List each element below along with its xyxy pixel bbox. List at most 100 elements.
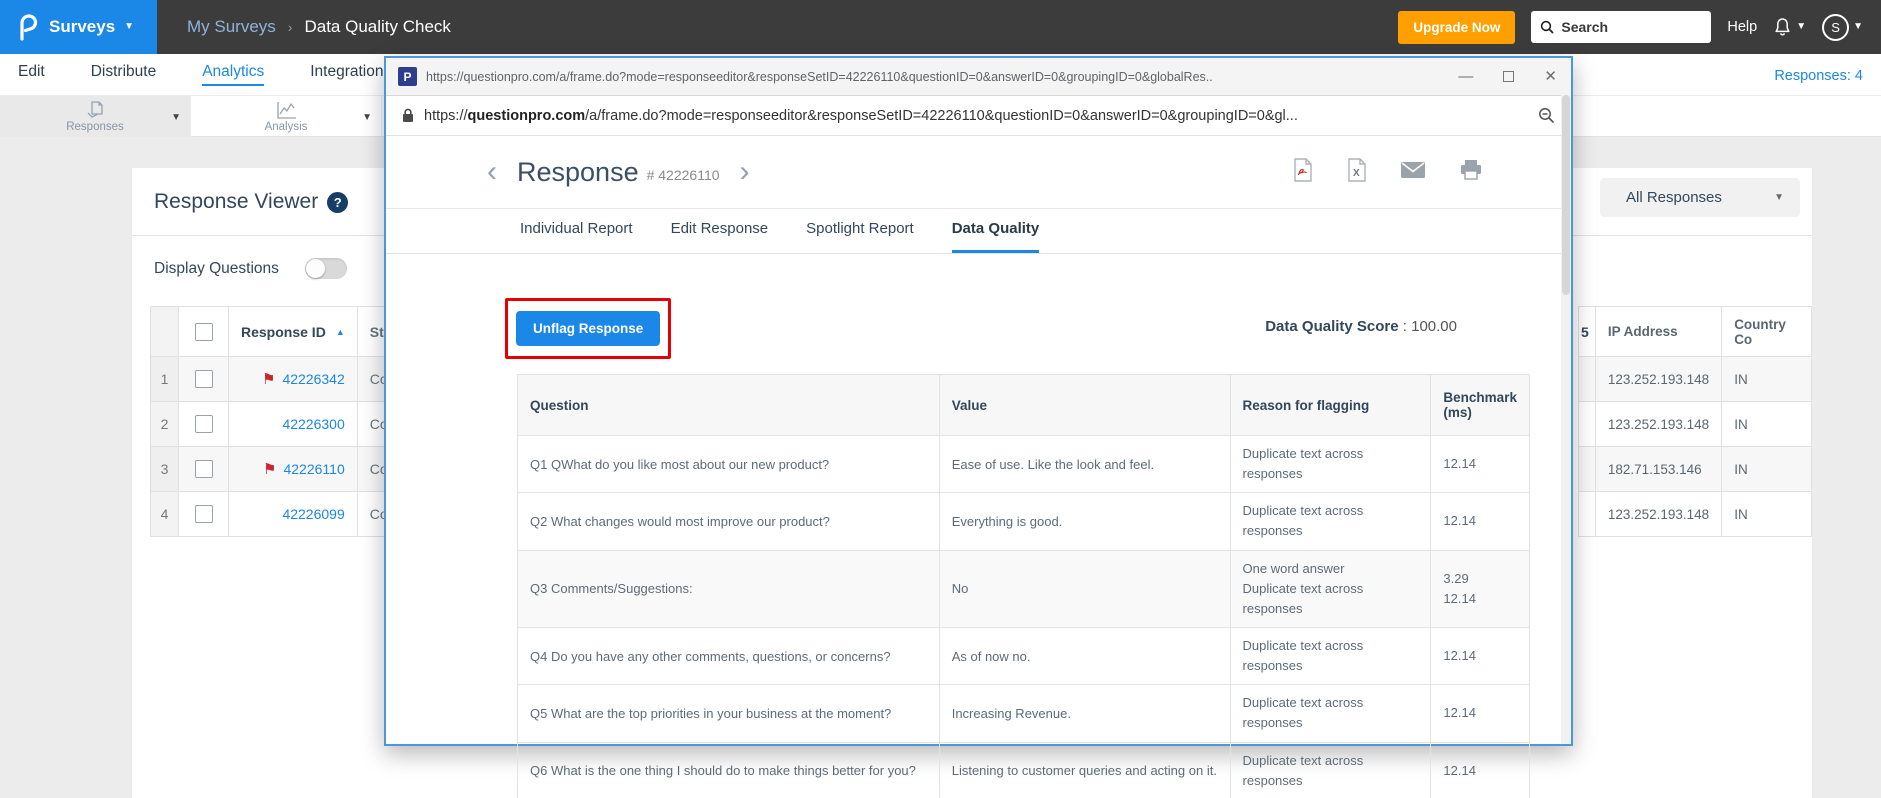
search-input[interactable] — [1561, 19, 1692, 35]
export-actions: X — [1292, 158, 1483, 182]
row-checkbox[interactable] — [194, 370, 213, 389]
close-icon[interactable]: ✕ — [1544, 69, 1557, 84]
tab-spotlight-report[interactable]: Spotlight Report — [806, 220, 914, 253]
svg-text:X: X — [1353, 168, 1360, 179]
reason-line: Duplicate text across responses — [1242, 752, 1364, 788]
pdf-export-icon[interactable] — [1292, 158, 1313, 182]
upgrade-now-button[interactable]: Upgrade Now — [1398, 10, 1516, 44]
benchmark-line: 12.14 — [1443, 705, 1476, 721]
benchmark-line: 12.14 — [1443, 513, 1476, 529]
minimize-icon[interactable]: — — [1458, 69, 1473, 84]
question-cell: Q2 What changes would most improve our p… — [517, 492, 940, 551]
tab-data-quality[interactable]: Data Quality — [951, 220, 1040, 253]
quality-row: Q1 QWhat do you like most about our new … — [517, 434, 1530, 494]
score-value: : 100.00 — [1402, 318, 1457, 335]
row-number-header — [150, 306, 179, 357]
benchmark-line: 12.14 — [1443, 456, 1476, 472]
response-row-right: 123.252.193.148 IN — [1578, 356, 1812, 402]
response-header: ‹ Response # 42226110 › X — [386, 136, 1571, 209]
all-responses-caret-icon: ▼ — [1774, 191, 1784, 203]
row-number: 4 — [150, 491, 179, 537]
help-tooltip-icon[interactable]: ? — [327, 191, 349, 213]
question-cell: Q5 What are the top priorities in your b… — [517, 684, 940, 743]
email-icon[interactable] — [1400, 161, 1426, 179]
nav-item-distribute[interactable]: Distribute — [91, 63, 156, 86]
benchmark-cell: 12.14 — [1430, 741, 1530, 798]
benchmark-line: 3.29 — [1443, 570, 1469, 586]
tab-individual-report[interactable]: Individual Report — [520, 220, 633, 253]
clipped-cell — [1578, 446, 1596, 492]
global-search[interactable] — [1531, 11, 1712, 43]
benchmark-line: 12.14 — [1443, 590, 1476, 606]
tab-edit-response[interactable]: Edit Response — [671, 220, 769, 253]
country-code-header: Country Co — [1721, 306, 1812, 357]
responses-tool-button[interactable]: Responses ▼ — [0, 96, 191, 137]
unflag-response-button[interactable]: Unflag Response — [516, 311, 661, 346]
page-title-text: Response Viewer — [154, 190, 319, 213]
breadcrumb-separator-icon: › — [287, 19, 293, 35]
nav-item-analytics[interactable]: Analytics — [202, 63, 265, 86]
address-bar[interactable]: https://questionpro.com/a/frame.do?mode=… — [386, 96, 1571, 136]
value-cell: Increasing Revenue. — [938, 684, 1231, 743]
question-cell: Q6 What is the one thing I should do to … — [517, 741, 940, 798]
row-checkbox[interactable] — [194, 415, 213, 434]
response-row-right: 123.252.193.148 IN — [1578, 491, 1812, 537]
notifications-menu[interactable]: ▼ — [1773, 17, 1806, 37]
row-number: 1 — [150, 356, 179, 402]
product-name: Surveys — [49, 17, 116, 36]
responses-count: Responses: 4 — [1774, 68, 1863, 84]
bell-caret-icon: ▼ — [1796, 21, 1807, 32]
all-responses-dropdown[interactable]: All Responses ▼ — [1600, 178, 1800, 217]
bell-icon — [1773, 17, 1792, 37]
response-id-header[interactable]: Response ID ▲ — [228, 306, 358, 357]
breadcrumb-my-surveys[interactable]: My Surveys — [187, 17, 276, 37]
clipped-cell — [1578, 401, 1596, 447]
product-switcher[interactable]: Surveys ▼ — [0, 0, 157, 54]
response-title: Response — [517, 156, 639, 187]
data-quality-table: Question Value Reason for flagging Bench… — [517, 374, 1530, 798]
analysis-tool-label: Analysis — [264, 121, 308, 133]
quality-row: Q2 What changes would most improve our p… — [517, 492, 1530, 551]
print-icon[interactable] — [1459, 159, 1483, 181]
maximize-icon[interactable] — [1503, 71, 1515, 82]
analysis-tool-button[interactable]: Analysis ▼ — [191, 96, 382, 137]
question-cell: Q4 Do you have any other comments, quest… — [517, 626, 940, 686]
ip-address-header: IP Address — [1594, 306, 1723, 357]
reason-line: Duplicate text across responses — [1242, 503, 1364, 539]
country-code-cell: IN — [1721, 401, 1812, 447]
response-id-link[interactable]: 42226342 — [282, 371, 344, 387]
benchmark-header: Benchmark (ms) — [1430, 374, 1530, 436]
top-navbar: Surveys ▼ My Surveys › Data Quality Chec… — [0, 0, 1881, 54]
display-questions-toggle[interactable] — [304, 258, 347, 279]
response-id-link[interactable]: 42226099 — [282, 506, 344, 522]
help-link[interactable]: Help — [1727, 19, 1757, 35]
account-menu[interactable]: S ▼ — [1822, 13, 1863, 41]
display-questions-control: Display Questions — [154, 258, 347, 279]
country-code-cell: IN — [1721, 446, 1812, 492]
scrollbar-thumb[interactable] — [1562, 95, 1570, 295]
row-checkbox[interactable] — [194, 460, 213, 479]
select-all-checkbox[interactable] — [194, 322, 213, 341]
scrollbar-track[interactable] — [1561, 95, 1571, 744]
reason-line: Duplicate text across responses — [1242, 446, 1364, 482]
response-id-link[interactable]: 42226110 — [283, 461, 344, 477]
zoom-out-icon[interactable] — [1538, 107, 1555, 124]
window-title-url: https://questionpro.com/a/frame.do?mode=… — [426, 69, 1213, 84]
row-checkbox[interactable] — [194, 505, 213, 524]
row-number: 2 — [150, 401, 179, 447]
url-scheme: https:// — [424, 107, 468, 124]
url-host: questionpro.com — [467, 107, 586, 124]
nav-item-edit[interactable]: Edit — [18, 63, 45, 86]
reason-cell: One word answer Duplicate text across res… — [1229, 549, 1432, 628]
next-response-icon[interactable]: › — [734, 157, 756, 187]
value-cell: Ease of use. Like the look and feel. — [938, 434, 1231, 494]
country-code-cell: IN — [1721, 491, 1812, 537]
excel-export-icon[interactable]: X — [1346, 158, 1367, 182]
previous-response-icon[interactable]: ‹ — [481, 157, 503, 187]
response-id-link[interactable]: 42226300 — [282, 416, 344, 432]
benchmark-line: 12.14 — [1443, 648, 1476, 664]
nav-item-integration[interactable]: Integration — [310, 63, 383, 86]
address-url: https://questionpro.com/a/frame.do?mode=… — [424, 108, 1528, 124]
reason-line: Duplicate text across responses — [1242, 637, 1364, 674]
window-titlebar[interactable]: P https://questionpro.com/a/frame.do?mod… — [386, 58, 1571, 96]
